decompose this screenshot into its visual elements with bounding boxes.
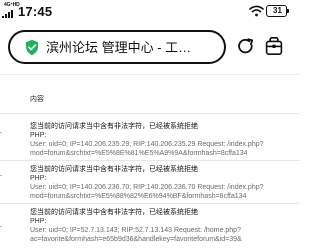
table-row: 您当前的访问请求当中含有非法字符，已经被系统拒绝 PHP: User: uid=… — [0, 161, 300, 204]
row-prefix-mark — [0, 175, 2, 176]
admin-log-table: 内容 您当前的访问请求当中含有非法字符，已经被系统拒绝 PHP: User: u… — [0, 74, 300, 250]
row-prefix-mark — [0, 132, 2, 133]
row-php-label: PHP: — [30, 132, 47, 139]
table-row: 您当前的访问请求当中含有非法字符，已经被系统拒绝 PHP: User: uid=… — [0, 204, 300, 250]
battery-level-text: 31 — [273, 6, 282, 15]
wifi-icon — [249, 5, 264, 17]
page-title-in-address-bar[interactable]: 滨州论坛 管理中心 - 工… — [46, 39, 222, 57]
status-time: 17:45 — [18, 4, 53, 19]
status-bar: 4G⁺HD 17:45 31 — [0, 0, 300, 24]
row-detail-line: User: uid=0; IP=140.206.235.29; RIP:140.… — [30, 141, 264, 148]
battery-icon: 31 — [266, 4, 290, 18]
row-detail-line: mod=forum&srchtxt=%E5%8E%81%E5%A9%9A&for… — [30, 150, 248, 157]
row-detail-line: ac=favorite&formhash=e65b9d36&handlekey=… — [30, 236, 242, 243]
row-detail-line: mod=forum&srchtxt=%E5%88%82%E6%94%BF&for… — [30, 193, 247, 200]
row-php-label: PHP: — [30, 175, 47, 182]
address-bar[interactable]: 滨州论坛 管理中心 - 工… — [8, 30, 226, 64]
row-title: 您当前的访问请求当中含有非法字符，已经被系统拒绝 — [30, 123, 198, 130]
row-title: 您当前的访问请求当中含有非法字符，已经被系统拒绝 — [30, 166, 198, 173]
toolbox-icon[interactable] — [265, 36, 283, 56]
content-column-header: 内容 — [30, 96, 44, 103]
row-detail-line: User: uid=0; IP=140.206.236.70; RIP:140.… — [30, 184, 264, 191]
row-detail-line: User: uid=0; IP=52.7.13.143; RIP:52.7.13… — [30, 227, 241, 234]
table-header: 内容 — [0, 90, 300, 114]
row-php-label: PHP: — [30, 218, 47, 225]
mobile-browser-screen: 4G⁺HD 17:45 31 滨州论坛 管理中心 - 工… 内容 您当前的访问请… — [0, 0, 300, 250]
table-row: 您当前的访问请求当中含有非法字符，已经被系统拒绝 PHP: User: uid=… — [0, 118, 300, 161]
reload-icon[interactable] — [237, 38, 255, 56]
row-title: 您当前的访问请求当中含有非法字符，已经被系统拒绝 — [30, 209, 198, 216]
browser-toolbar: 滨州论坛 管理中心 - 工… — [0, 24, 300, 74]
row-prefix-mark — [0, 226, 2, 227]
shield-check-icon — [26, 39, 38, 56]
